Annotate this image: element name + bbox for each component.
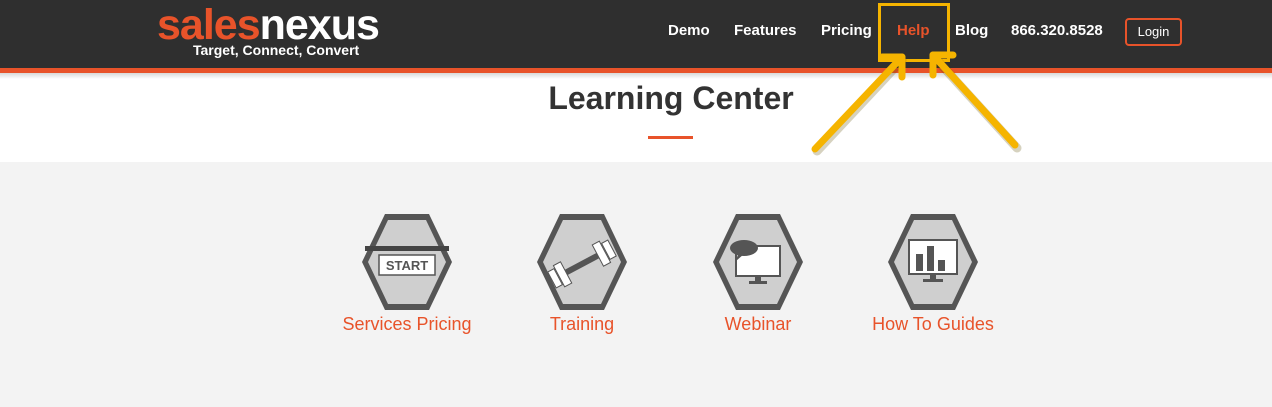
logo-tagline: Target, Connect, Convert [193,42,360,58]
login-button[interactable]: Login [1125,18,1182,46]
nav-features[interactable]: Features [734,22,797,39]
logo-wordmark: salesnexus [157,4,380,47]
tile-services-pricing[interactable]: START Services Pricing [327,210,487,350]
start-sign-text: START [386,258,428,273]
help-highlight-box [878,3,950,62]
dumbbell-icon [537,214,627,310]
nav-blog[interactable]: Blog [955,22,988,39]
bar-chart-monitor-icon [888,214,978,310]
tile-label-training[interactable]: Training [502,314,662,335]
nav-phone-number[interactable]: 866.320.8528 [1011,22,1103,39]
page-title: Learning Center [548,80,794,116]
tile-webinar[interactable]: Webinar [678,210,838,350]
nav-demo[interactable]: Demo [668,22,710,39]
tile-training[interactable]: Training [502,210,662,350]
tile-how-to-guides[interactable]: How To Guides [853,210,1013,350]
monitor-chat-icon [713,214,803,310]
tile-label-services-pricing[interactable]: Services Pricing [327,314,487,335]
title-underline [648,136,693,139]
tile-label-webinar[interactable]: Webinar [678,314,838,335]
site-header: salesnexus Target, Connect, Convert Demo… [0,0,1272,68]
header-shadow [0,73,1272,79]
start-sign-icon: START [362,214,452,310]
tile-label-how-to-guides[interactable]: How To Guides [853,314,1013,335]
salesnexus-logo[interactable]: salesnexus Target, Connect, Convert [157,4,402,59]
nav-pricing[interactable]: Pricing [821,22,872,39]
